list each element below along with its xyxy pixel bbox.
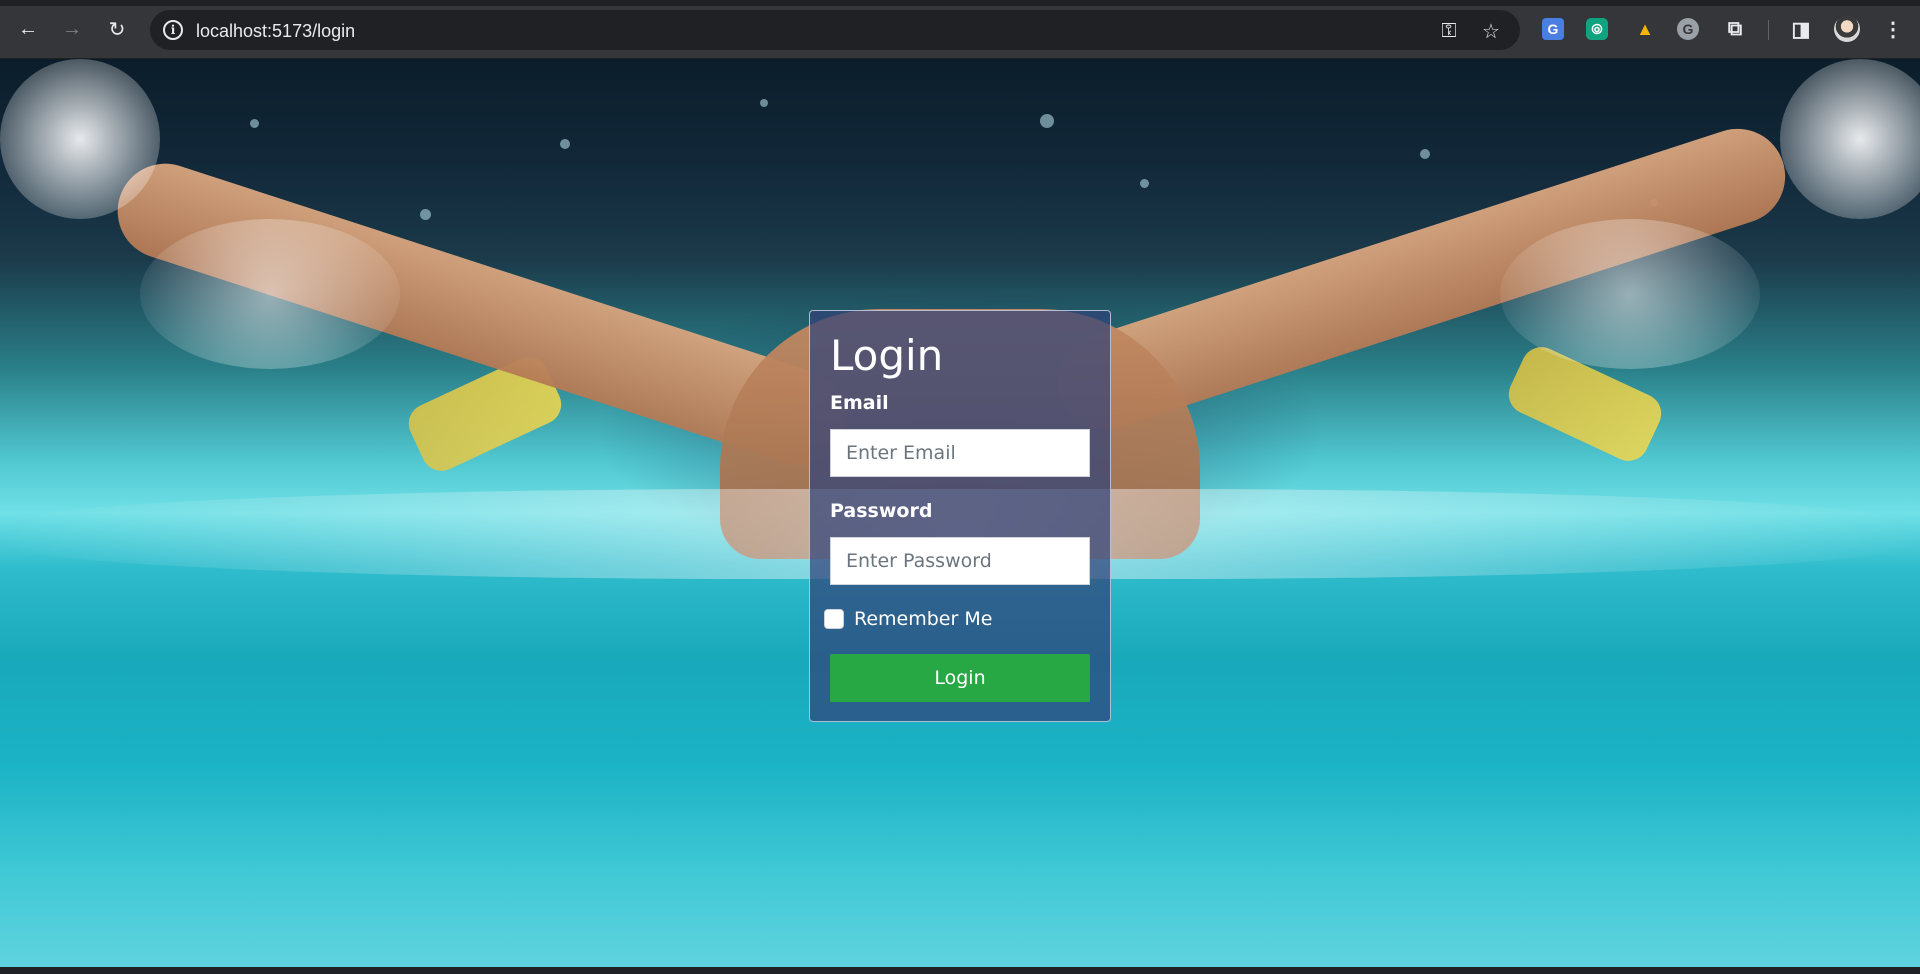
- email-input[interactable]: [830, 429, 1090, 477]
- tab-strip: [0, 0, 1920, 6]
- chatgpt-icon[interactable]: ⦾: [1586, 18, 1608, 40]
- droplet: [250, 119, 259, 128]
- remember-me-label[interactable]: Remember Me: [854, 608, 992, 630]
- droplet: [420, 209, 431, 220]
- puzzle-icon[interactable]: ⧉: [1722, 16, 1748, 42]
- google-translate-icon[interactable]: G: [1542, 18, 1564, 40]
- back-button[interactable]: ←: [13, 14, 43, 44]
- window-bottom-edge: [0, 967, 1920, 974]
- droplet: [1140, 179, 1149, 188]
- email-label: Email: [830, 392, 889, 414]
- water-splash: [1500, 219, 1760, 369]
- side-panel-icon[interactable]: ◨: [1788, 16, 1814, 42]
- droplet: [560, 139, 570, 149]
- arrow-left-icon: ←: [18, 17, 38, 40]
- remember-me-checkbox[interactable]: [824, 609, 844, 629]
- droplet: [1040, 114, 1054, 128]
- reload-icon: ↻: [108, 18, 126, 41]
- avatar[interactable]: [1834, 16, 1860, 42]
- toolbar-divider: [1768, 20, 1769, 40]
- water-splash: [140, 219, 400, 369]
- login-form: Login Email Password Remember Me Login: [809, 310, 1111, 722]
- remember-me-row: Remember Me: [824, 608, 992, 630]
- water-splash: [1780, 59, 1920, 219]
- info-icon[interactable]: i: [163, 20, 183, 40]
- url-text[interactable]: localhost:5173/login: [196, 21, 355, 42]
- kebab-menu-icon[interactable]: ⋮: [1880, 16, 1906, 42]
- address-bar[interactable]: i localhost:5173/login ⚿ ☆: [150, 10, 1520, 50]
- arrow-right-icon: →: [62, 17, 82, 40]
- grammarly-icon[interactable]: G: [1677, 18, 1699, 40]
- star-icon[interactable]: ☆: [1478, 18, 1504, 44]
- forward-button[interactable]: →: [57, 14, 87, 44]
- password-label: Password: [830, 500, 933, 522]
- droplet: [760, 99, 768, 107]
- browser-toolbar: ← → ↻ i localhost:5173/login ⚿ ☆ G ⦾ ▲ G…: [0, 0, 1920, 59]
- login-title: Login: [830, 331, 944, 380]
- water-splash: [0, 59, 160, 219]
- password-input[interactable]: [830, 537, 1090, 585]
- droplet: [1420, 149, 1430, 159]
- google-drive-icon[interactable]: ▲: [1632, 16, 1658, 42]
- reload-button[interactable]: ↻: [102, 14, 132, 44]
- login-button[interactable]: Login: [830, 654, 1090, 702]
- key-icon[interactable]: ⚿: [1436, 18, 1462, 44]
